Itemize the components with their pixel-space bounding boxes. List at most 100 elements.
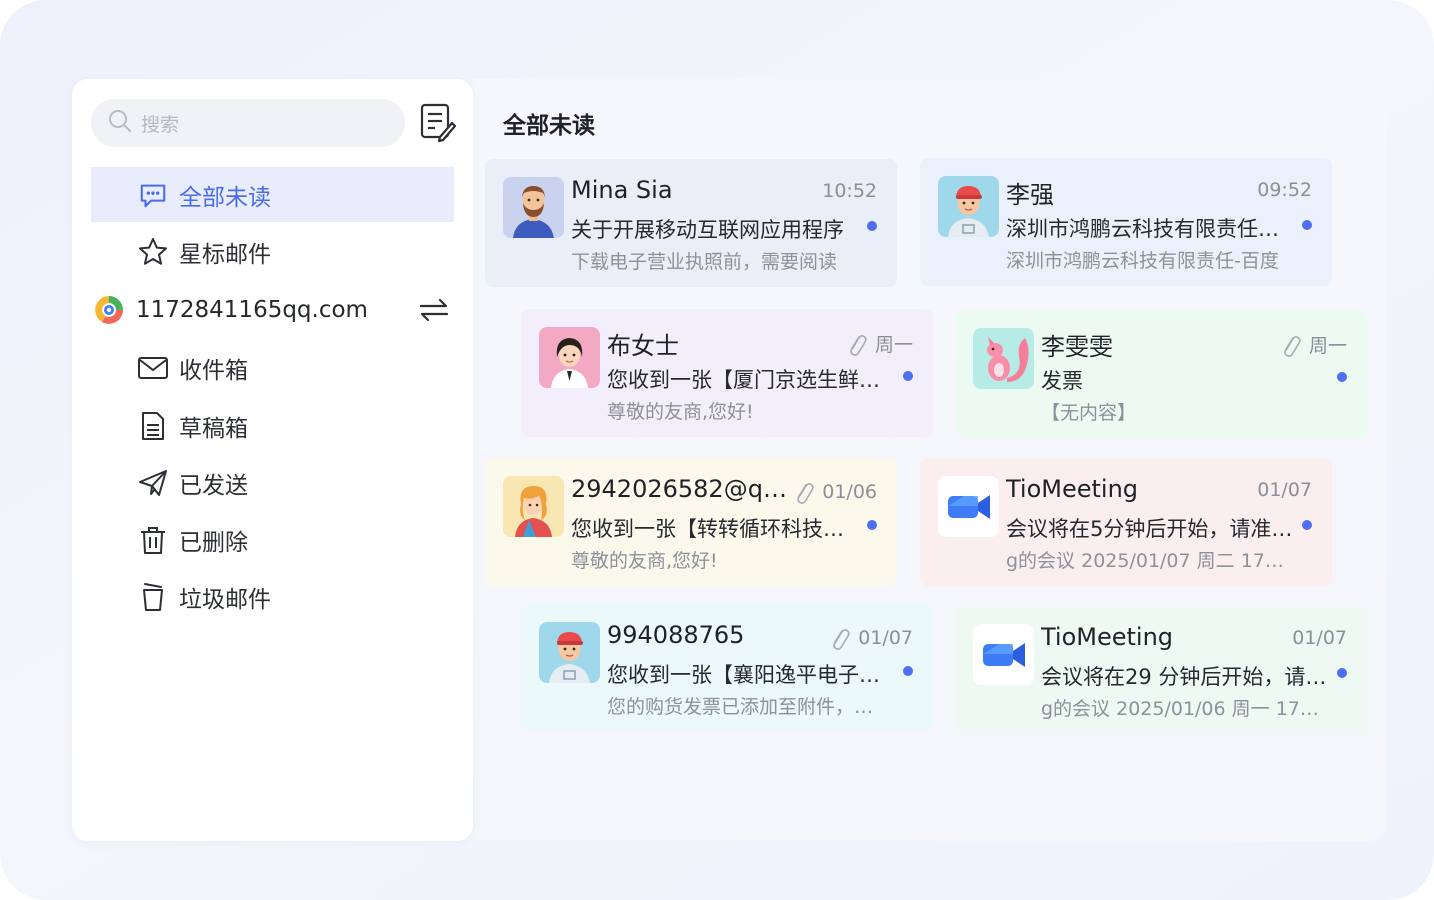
- compose-icon[interactable]: [418, 101, 458, 143]
- mail-sender: TioMeeting: [1041, 623, 1174, 651]
- mail-time: 01/07: [1257, 479, 1312, 501]
- mail-sender: 布女士: [607, 332, 679, 360]
- mail-preview: 深圳市鸿鹏云科技有限责任-百度: [1006, 250, 1279, 272]
- mail-card[interactable]: 994088765 01/07 您收到一张【襄阳逸平电子商务有限公司】 您的购货…: [521, 604, 933, 732]
- avatar: [503, 177, 564, 238]
- mail-subject: 深圳市鸿鹏云科技有限责任公司: [1006, 217, 1298, 241]
- unread-dot: [1302, 520, 1312, 530]
- mail-preview: g的会议 2025/01/06 周一 17:00: [1041, 698, 1323, 720]
- avatar: [973, 328, 1034, 389]
- unread-dot: [903, 666, 913, 676]
- mail-time-text: 01/07: [858, 627, 913, 649]
- mail-card[interactable]: 李雯雯 周一 发票 【无内容】: [955, 310, 1367, 438]
- mail-time-text: 01/07: [1292, 627, 1347, 649]
- mail-sender: 994088765: [607, 621, 745, 649]
- attachment-icon: [850, 334, 867, 356]
- nav-spam[interactable]: 垃圾邮件: [137, 577, 271, 617]
- avatar: [938, 176, 999, 237]
- mail-preview: g的会议 2025/01/07 周二 17:00: [1006, 550, 1288, 572]
- nav-inbox[interactable]: 收件箱: [137, 348, 248, 388]
- mail-icon: [137, 352, 169, 384]
- nav-starred-label: 星标邮件: [179, 242, 271, 268]
- mail-subject: 会议将在5分钟后开始，请准时参加: [1006, 517, 1298, 541]
- mail-time: 10:52: [822, 180, 877, 202]
- switch-icon[interactable]: [418, 296, 450, 324]
- chat-icon: [137, 179, 169, 211]
- mail-card[interactable]: 李强 09:52 深圳市鸿鹏云科技有限责任公司 深圳市鸿鹏云科技有限责任-百度: [920, 158, 1332, 286]
- unread-dot: [1337, 668, 1347, 678]
- sidebar: 搜索 全部未读 星标邮件 1172841165qq.com 收件箱 草稿箱 已发…: [72, 79, 473, 841]
- unread-dot: [1337, 372, 1347, 382]
- send-icon: [137, 467, 169, 499]
- nav-starred[interactable]: 星标邮件: [137, 232, 271, 272]
- document-icon: [137, 410, 169, 442]
- attachment-icon: [1284, 335, 1301, 357]
- mail-sender: Mina Sia: [571, 176, 673, 204]
- mail-preview: 尊敬的友商,您好!: [571, 550, 718, 572]
- nav-deleted-label: 已删除: [179, 530, 248, 556]
- mail-time: 01/07: [1292, 627, 1347, 649]
- mail-time-text: 09:52: [1257, 179, 1312, 201]
- mail-sender: 2942026582@qq.com: [571, 475, 791, 503]
- nav-sent[interactable]: 已发送: [137, 463, 248, 503]
- mail-time-text: 周一: [1308, 335, 1347, 357]
- attachment-icon: [833, 629, 850, 650]
- mail-time-text: 01/06: [822, 481, 877, 503]
- unread-dot: [867, 221, 877, 231]
- list-title: 全部未读: [503, 113, 595, 139]
- mail-time: 周一: [845, 330, 913, 357]
- unread-dot: [903, 371, 913, 381]
- search-icon: [107, 108, 133, 138]
- mail-time: 09:52: [1257, 179, 1312, 201]
- trash-icon: [137, 524, 169, 556]
- bin-icon: [137, 581, 169, 613]
- mail-subject: 发票: [1041, 369, 1083, 393]
- mail-card[interactable]: 布女士 周一 您收到一张【厦门京选生鲜有限公司】 尊敬的友商,您好!: [521, 309, 933, 437]
- avatar: [973, 624, 1034, 685]
- mail-preview: 【无内容】: [1041, 402, 1137, 424]
- mail-time-text: 01/07: [1257, 479, 1312, 501]
- account-email: 1172841165qq.com: [136, 297, 368, 323]
- mail-subject: 会议将在29 分钟后开始，请准时参加: [1041, 665, 1333, 689]
- mail-sender: 李雯雯: [1041, 333, 1113, 361]
- nav-drafts-label: 草稿箱: [179, 416, 248, 442]
- app-frame: 搜索 全部未读 星标邮件 1172841165qq.com 收件箱 草稿箱 已发…: [0, 0, 1434, 900]
- mail-subject: 您收到一张【襄阳逸平电子商务有限公司】: [607, 663, 899, 687]
- mail-preview: 尊敬的友商,您好!: [607, 401, 754, 423]
- nav-sent-label: 已发送: [179, 473, 248, 499]
- avatar: [503, 476, 564, 537]
- avatar: [539, 327, 600, 388]
- mail-card[interactable]: TioMeeting 01/07 会议将在5分钟后开始，请准时参加 g的会议 2…: [920, 458, 1332, 586]
- avatar: [539, 622, 600, 683]
- star-icon: [137, 236, 169, 268]
- mail-time-text: 周一: [874, 334, 913, 356]
- mail-card[interactable]: TioMeeting 01/07 会议将在29 分钟后开始，请准时参加 g的会议…: [955, 606, 1367, 734]
- nav-all-unread[interactable]: 全部未读: [91, 167, 454, 222]
- search-placeholder: 搜索: [141, 113, 180, 136]
- mail-subject: 您收到一张【转转循环科技有限公司】: [571, 517, 863, 541]
- mail-preview: 下载电子营业执照前，需要阅读: [571, 251, 838, 273]
- unread-dot: [1302, 220, 1312, 230]
- mail-subject: 您收到一张【厦门京选生鲜有限公司】: [607, 368, 899, 392]
- mail-sender: TioMeeting: [1006, 475, 1139, 503]
- search-input[interactable]: 搜索: [91, 99, 405, 147]
- mail-subject: 关于开展移动互联网应用程序: [571, 218, 844, 242]
- mail-time: 周一: [1279, 331, 1347, 358]
- mail-sender: 李强: [1006, 181, 1054, 209]
- account-row[interactable]: 1172841165qq.com: [92, 292, 454, 328]
- nav-drafts[interactable]: 草稿箱: [137, 406, 248, 446]
- mail-time: 01/07: [828, 625, 913, 651]
- avatar: [938, 476, 999, 537]
- nav-spam-label: 垃圾邮件: [179, 587, 271, 613]
- attachment-icon: [797, 483, 814, 504]
- mail-card[interactable]: 2942026582@qq.com 01/06 您收到一张【转转循环科技有限公司…: [485, 458, 897, 586]
- account-logo-icon: [92, 293, 126, 327]
- mail-card[interactable]: Mina Sia 10:52 关于开展移动互联网应用程序 下载电子营业执照前，需…: [485, 159, 897, 287]
- mail-preview: 您的购货发票已添加至附件，请查收: [607, 696, 889, 718]
- unread-dot: [867, 520, 877, 530]
- nav-all-unread-label: 全部未读: [179, 184, 271, 211]
- mail-time: 01/06: [792, 479, 877, 505]
- nav-deleted[interactable]: 已删除: [137, 520, 248, 560]
- nav-inbox-label: 收件箱: [179, 358, 248, 384]
- mail-time-text: 10:52: [822, 180, 877, 202]
